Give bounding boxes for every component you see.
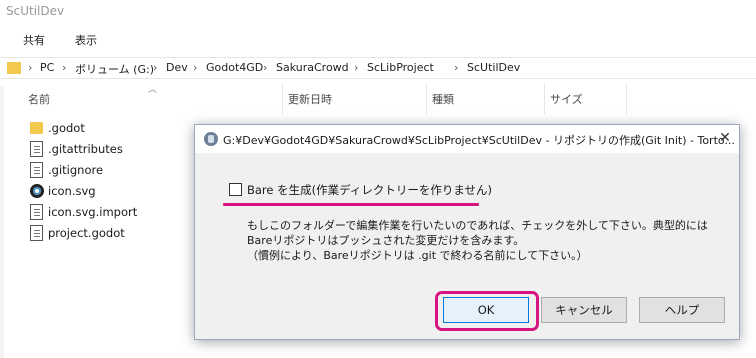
- chevron-right-icon: ›: [28, 61, 33, 74]
- chevron-right-icon: ›: [354, 61, 359, 74]
- description-line-3: （慣例により、Bareリポジトリは .git で終わる名前にして下さい。）: [247, 249, 588, 262]
- close-button[interactable]: ✕: [715, 128, 735, 148]
- breadcrumb-sakuracrowd[interactable]: SakuraCrowd: [276, 61, 349, 74]
- breadcrumb-dev[interactable]: Dev: [166, 61, 188, 74]
- document-icon: [30, 162, 43, 178]
- help-button[interactable]: ヘルプ: [639, 297, 725, 323]
- folder-icon: [30, 122, 43, 134]
- git-init-dialog: G:¥Dev¥Godot4GD¥SakuraCrowd¥ScLibProject…: [194, 124, 740, 340]
- chevron-right-icon: ›: [153, 61, 158, 74]
- chevron-right-icon: ›: [193, 61, 198, 74]
- file-name: project.godot: [48, 226, 125, 240]
- ribbon-tabs: 共有 表示: [0, 26, 756, 52]
- bare-checkbox-label[interactable]: Bare を生成(作業ディレクトリーを作りません): [247, 182, 492, 198]
- document-icon: [30, 225, 43, 241]
- explorer-title-bar: ScUtilDev: [0, 0, 756, 26]
- address-bar[interactable]: › PC › ボリューム (G:) › Dev › Godot4GD › Sak…: [0, 57, 756, 79]
- dialog-title: G:¥Dev¥Godot4GD¥SakuraCrowd¥ScLibProject…: [223, 134, 735, 147]
- column-divider[interactable]: [282, 84, 283, 114]
- bare-checkbox[interactable]: [229, 183, 242, 196]
- column-divider[interactable]: [544, 84, 545, 114]
- breadcrumb-sclibproject[interactable]: ScLibProject: [367, 61, 434, 74]
- column-divider[interactable]: [626, 84, 627, 114]
- cancel-button[interactable]: キャンセル: [541, 297, 627, 323]
- document-icon: [30, 141, 43, 157]
- breadcrumb-godot4gd[interactable]: Godot4GD: [206, 61, 263, 74]
- file-name: icon.svg: [48, 184, 96, 198]
- ok-button-highlight: [435, 291, 539, 331]
- file-name: icon.svg.import: [48, 205, 138, 219]
- column-divider[interactable]: [426, 84, 427, 114]
- godot-icon: [30, 184, 44, 198]
- dialog-title-bar[interactable]: G:¥Dev¥Godot4GD¥SakuraCrowd¥ScLibProject…: [195, 125, 739, 153]
- file-name: .gitignore: [48, 163, 104, 177]
- column-header-size[interactable]: サイズ: [550, 91, 583, 107]
- tab-view[interactable]: 表示: [75, 32, 97, 48]
- column-header-name[interactable]: 名前: [28, 91, 50, 107]
- column-header-type[interactable]: 種類: [432, 91, 454, 107]
- file-name: .gitattributes: [48, 142, 123, 156]
- sort-ascending-icon: ︿: [148, 85, 158, 95]
- document-icon: [30, 204, 43, 220]
- column-header-date[interactable]: 更新日時: [288, 91, 332, 107]
- nav-pane-edge: [0, 86, 4, 358]
- tab-share[interactable]: 共有: [23, 32, 45, 48]
- chevron-right-icon: ›: [62, 61, 67, 74]
- folder-icon: [7, 62, 21, 74]
- file-name: .godot: [48, 121, 85, 135]
- tortoisegit-icon: [204, 132, 218, 146]
- breadcrumb-volume[interactable]: ボリューム (G:): [75, 61, 154, 77]
- chevron-right-icon: ›: [454, 61, 459, 74]
- highlight-underline: [223, 203, 479, 206]
- window-title: ScUtilDev: [6, 4, 65, 18]
- chevron-right-icon: ›: [263, 61, 268, 74]
- description-line-2: Bareリポジトリはプッシュされた変更だけを含みます。: [247, 234, 525, 247]
- breadcrumb-scutildev[interactable]: ScUtilDev: [467, 61, 520, 74]
- breadcrumb-pc[interactable]: PC: [40, 61, 54, 74]
- description-line-1: もしこのフォルダーで編集作業を行いたいのであれば、チェックを外して下さい。典型的…: [247, 219, 708, 232]
